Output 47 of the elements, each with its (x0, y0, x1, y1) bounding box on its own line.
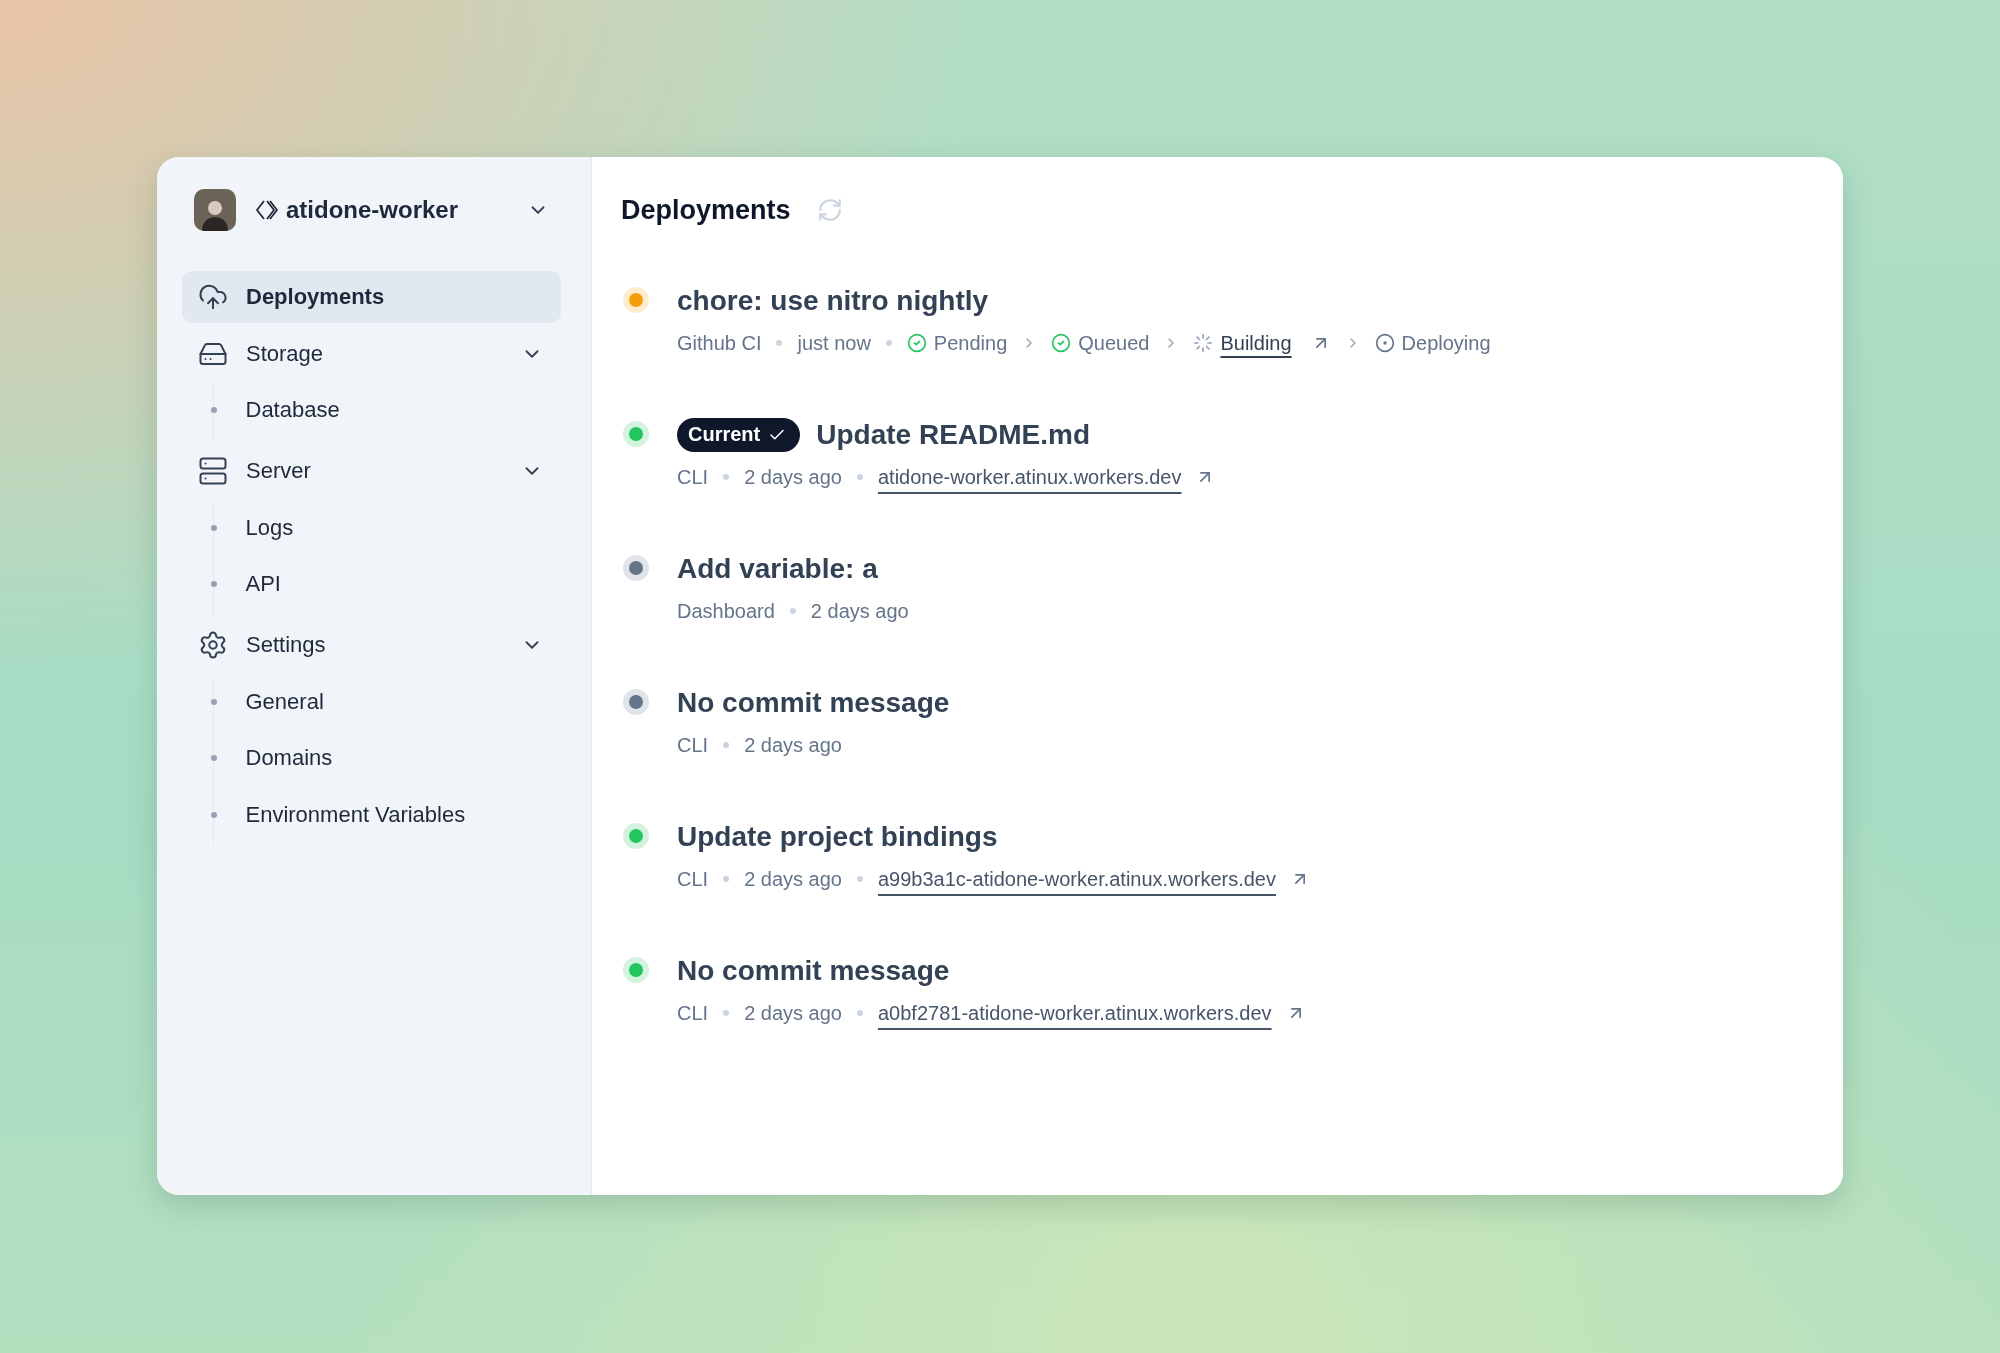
deployment-source: Github CI (677, 331, 762, 355)
deployment-time: 2 days ago (744, 465, 842, 489)
nav-subitem[interactable]: Domains (214, 732, 561, 784)
badge-label: Current (688, 423, 761, 446)
nav-item[interactable]: Settings (182, 619, 561, 671)
deployment-link[interactable]: atidone-worker.atinux.workers.dev (878, 465, 1182, 489)
server-icon (198, 456, 228, 486)
deployment-time: just now (797, 331, 871, 355)
nav-subitem[interactable]: Database (214, 384, 561, 436)
deployment-source: CLI (677, 465, 709, 489)
step-label: Queued (1078, 331, 1150, 355)
spinner-icon (1193, 333, 1214, 353)
deployment-time: 2 days ago (744, 733, 842, 757)
deployment-source: CLI (677, 1001, 709, 1025)
avatar (194, 189, 236, 231)
step-link[interactable]: Building (1220, 331, 1292, 355)
deployment-source: CLI (677, 733, 709, 757)
deployment-time: 2 days ago (810, 599, 909, 623)
deployment-time: 2 days ago (744, 867, 842, 891)
page-title: Deployments (621, 194, 791, 226)
nav-item[interactable]: Deployments (182, 271, 561, 323)
deployment-title: chore: use nitro nightly (677, 285, 989, 317)
deployment-title: Add variable: a (677, 553, 878, 585)
check-circle-icon (1051, 333, 1072, 353)
deployment-link[interactable]: a0bf2781-atidone-worker.atinux.workers.dev (878, 1001, 1272, 1025)
deployment-source: CLI (677, 867, 709, 891)
nav-subitem[interactable]: API (214, 558, 561, 610)
deployment-title: No commit message (677, 955, 950, 987)
deployment-title: Update README.md (816, 419, 1091, 451)
circle-dot-icon (1374, 333, 1395, 353)
step-label: Pending (933, 331, 1008, 355)
nav-item[interactable]: Server (182, 445, 561, 497)
deployment-title: No commit message (677, 687, 950, 719)
deployment-link[interactable]: a99b3a1c-atidone-worker.atinux.workers.dev (878, 867, 1276, 891)
nav-subitem[interactable]: General (214, 675, 561, 728)
nav-subitem[interactable]: Environment Variables (214, 788, 561, 841)
check-circle-icon (906, 333, 927, 353)
settings-icon (198, 630, 228, 660)
nav-item[interactable]: Storage (182, 327, 561, 380)
cloud-upload-icon (198, 282, 228, 312)
code-icon (256, 199, 278, 221)
deployment-title: Update project bindings (677, 821, 998, 853)
nav-subitem[interactable]: Logs (214, 501, 561, 554)
step-label: Deploying (1401, 331, 1491, 355)
project-name: atidone-worker (286, 196, 460, 224)
deployment-time: 2 days ago (744, 1001, 842, 1025)
deployment-source: Dashboard (677, 599, 775, 623)
